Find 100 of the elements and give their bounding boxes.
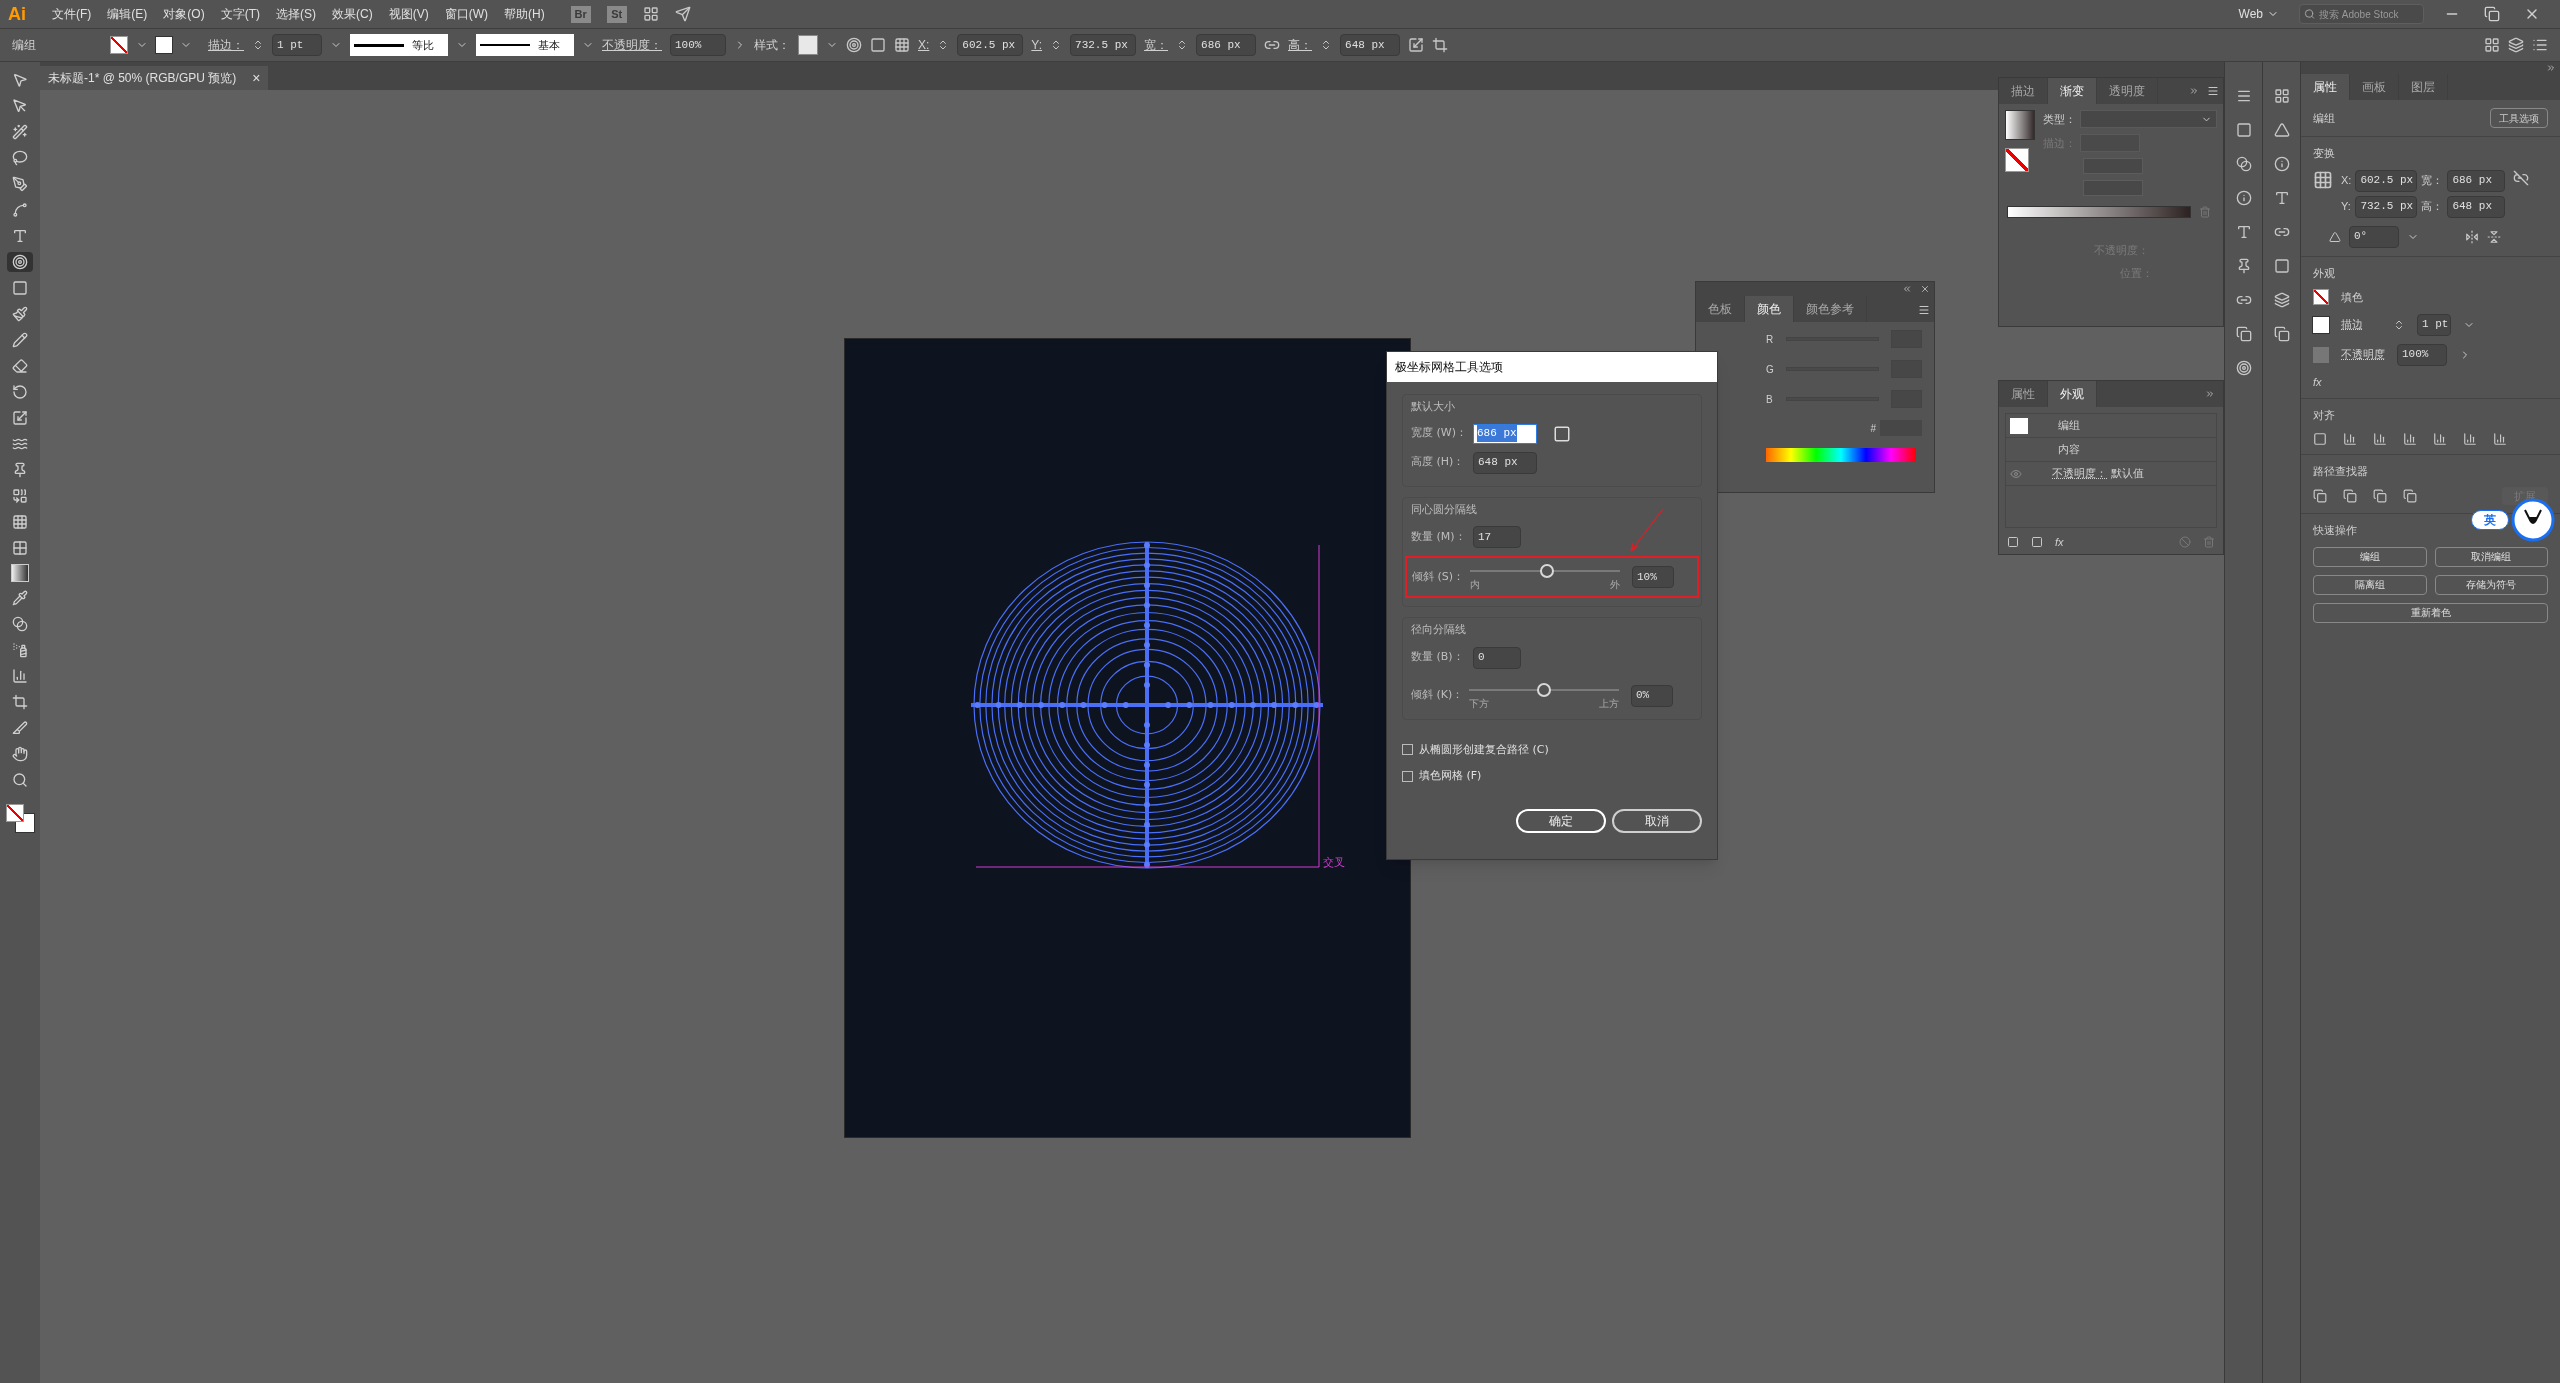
menu-icon[interactable] xyxy=(2207,85,2219,97)
slider-thumb[interactable] xyxy=(1537,682,1551,697)
expand-icon[interactable] xyxy=(2189,86,2199,96)
pathfinder-icon[interactable] xyxy=(2313,489,2327,503)
width-field[interactable]: 686 px xyxy=(1196,34,1257,56)
fx-label[interactable]: fx xyxy=(2313,373,2548,390)
panel-dock-icon[interactable] xyxy=(2273,190,2290,206)
dialog-button[interactable]: 确定 xyxy=(1516,808,1606,833)
square-icon[interactable] xyxy=(2007,535,2019,548)
panel-dock-icon[interactable] xyxy=(2273,88,2290,104)
panel-tab[interactable]: 颜色 xyxy=(1745,296,1794,322)
flip-vertical-icon[interactable] xyxy=(2487,229,2501,244)
gradient-icon[interactable] xyxy=(11,564,29,582)
fill-none-swatch[interactable] xyxy=(2313,289,2329,306)
flip-horizontal-icon[interactable] xyxy=(2465,229,2479,244)
opacity-label[interactable]: 不透明度 xyxy=(2341,346,2385,363)
expand-icon[interactable] xyxy=(2546,63,2556,73)
expand-icon[interactable] xyxy=(2205,389,2215,399)
angle-icon[interactable] xyxy=(2329,230,2341,243)
document-tab[interactable]: 未标题-1* @ 50% (RGB/GPU 预览) × xyxy=(40,66,269,90)
menu-item[interactable]: 视图(V) xyxy=(380,5,437,23)
brush-dropdown[interactable]: 基本 xyxy=(476,34,574,56)
checkbox[interactable] xyxy=(1402,744,1413,756)
panel-dock-icon[interactable] xyxy=(2235,224,2252,240)
workspace-switcher[interactable]: Web xyxy=(2226,5,2291,23)
panel-tab[interactable]: 外观 xyxy=(2048,381,2097,407)
menu-item[interactable]: 文件(F) xyxy=(44,5,100,23)
opacity-field[interactable]: 100% xyxy=(2397,343,2447,366)
y-field[interactable]: 732.5 px xyxy=(2355,195,2418,218)
fill-none-swatch[interactable] xyxy=(110,36,128,54)
paper-plane-icon[interactable] xyxy=(674,6,691,22)
tool-options-button[interactable]: 工具选项 xyxy=(2490,108,2548,128)
x-field[interactable]: 602.5 px xyxy=(2355,169,2418,192)
appearance-row[interactable]: 编组 xyxy=(2058,417,2080,434)
x-field[interactable]: 602.5 px xyxy=(957,34,1024,56)
close-tab-button[interactable]: × xyxy=(252,67,261,89)
menu-item[interactable]: 编辑(E) xyxy=(99,5,156,23)
bridge-button[interactable]: Br xyxy=(570,5,591,23)
skew-field[interactable]: 10% xyxy=(1632,566,1674,588)
angle-field[interactable]: 0° xyxy=(2349,225,2399,248)
close-icon[interactable] xyxy=(1920,284,1930,294)
count-field[interactable]: 0 xyxy=(1473,646,1521,669)
reference-point-icon[interactable] xyxy=(2313,169,2333,190)
stepper-icon[interactable] xyxy=(2393,318,2405,331)
quick-action-button[interactable]: 隔离组 xyxy=(2313,574,2427,595)
bounding-box-icon[interactable] xyxy=(1553,424,1571,443)
quick-action-button[interactable]: 存储为符号 xyxy=(2434,574,2548,595)
dialog-button[interactable]: 取消 xyxy=(1612,808,1702,833)
panel-dock-icon[interactable] xyxy=(2273,258,2290,274)
quick-action-button[interactable]: 编组 xyxy=(2313,546,2427,567)
style-swatch[interactable] xyxy=(798,35,818,55)
stroke-weight-field[interactable]: 1 pt xyxy=(272,34,322,56)
height-field[interactable]: 648 px xyxy=(1473,451,1537,474)
panel-dock-icon[interactable] xyxy=(2273,122,2290,138)
variable-width-dropdown[interactable]: 等比 xyxy=(350,34,448,56)
arrange-documents-icon[interactable] xyxy=(642,6,659,22)
quick-action-button[interactable]: 重新着色 xyxy=(2313,602,2548,623)
opacity-label[interactable]: 不透明度： xyxy=(2052,465,2107,482)
restore-icon[interactable] xyxy=(2484,6,2500,22)
pathfinder-icon[interactable] xyxy=(2403,489,2417,503)
pathfinder-icon[interactable] xyxy=(2343,489,2357,503)
panel-dock-icon[interactable] xyxy=(2273,292,2290,308)
fx-label[interactable]: fx xyxy=(2055,533,2064,550)
stroke-label[interactable]: 描边 xyxy=(2341,316,2381,333)
menu-item[interactable]: 效果(C) xyxy=(324,5,381,23)
stroke-weight-field[interactable]: 1 pt xyxy=(2417,313,2451,336)
height-field[interactable]: 648 px xyxy=(2447,195,2506,218)
panel-dock-icon[interactable] xyxy=(2235,122,2252,138)
pathfinder-icon[interactable] xyxy=(2373,489,2387,503)
stepper-icon[interactable] xyxy=(252,39,264,51)
width-field[interactable]: 686 px xyxy=(2447,169,2506,192)
search-field[interactable]: 搜索 Adobe Stock xyxy=(2299,4,2424,24)
width-field[interactable]: 686 px xyxy=(1473,423,1537,444)
panel-dock-icon[interactable] xyxy=(2273,326,2290,342)
menu-item[interactable]: 文字(T) xyxy=(212,5,268,23)
quick-action-button[interactable]: 取消编组 xyxy=(2434,546,2548,567)
unlink-icon[interactable] xyxy=(2513,169,2530,186)
menu-item[interactable]: 对象(O) xyxy=(155,5,213,23)
menu-item[interactable]: 窗口(W) xyxy=(436,5,496,23)
panel-dock-icon[interactable] xyxy=(2273,156,2290,172)
stock-button[interactable]: St xyxy=(606,5,627,23)
menu-item[interactable]: 帮助(H) xyxy=(496,5,553,23)
collapse-icon[interactable] xyxy=(1902,284,1912,294)
count-field[interactable]: 17 xyxy=(1473,526,1521,548)
list-icon[interactable] xyxy=(2532,37,2548,53)
menu-item[interactable]: 选择(S) xyxy=(268,5,324,23)
color-spectrum[interactable] xyxy=(1766,448,1916,462)
target-icon[interactable] xyxy=(7,252,33,272)
menu-icon[interactable] xyxy=(1918,304,1930,316)
panel-dock-icon[interactable] xyxy=(2235,88,2252,104)
height-field[interactable]: 648 px xyxy=(1340,34,1401,56)
panel-dock-icon[interactable] xyxy=(2235,156,2252,172)
panel-tab[interactable]: 渐变 xyxy=(2048,78,2097,104)
opacity-field[interactable]: 100% xyxy=(670,34,726,56)
reference-point-icon[interactable] xyxy=(894,37,910,53)
checkbox[interactable] xyxy=(1402,770,1413,782)
fill-stroke-icon[interactable] xyxy=(6,804,34,832)
appearance-row[interactable]: 内容 xyxy=(2058,441,2080,458)
skew-field[interactable]: 0% xyxy=(1631,684,1673,707)
square-icon[interactable] xyxy=(2031,535,2043,548)
